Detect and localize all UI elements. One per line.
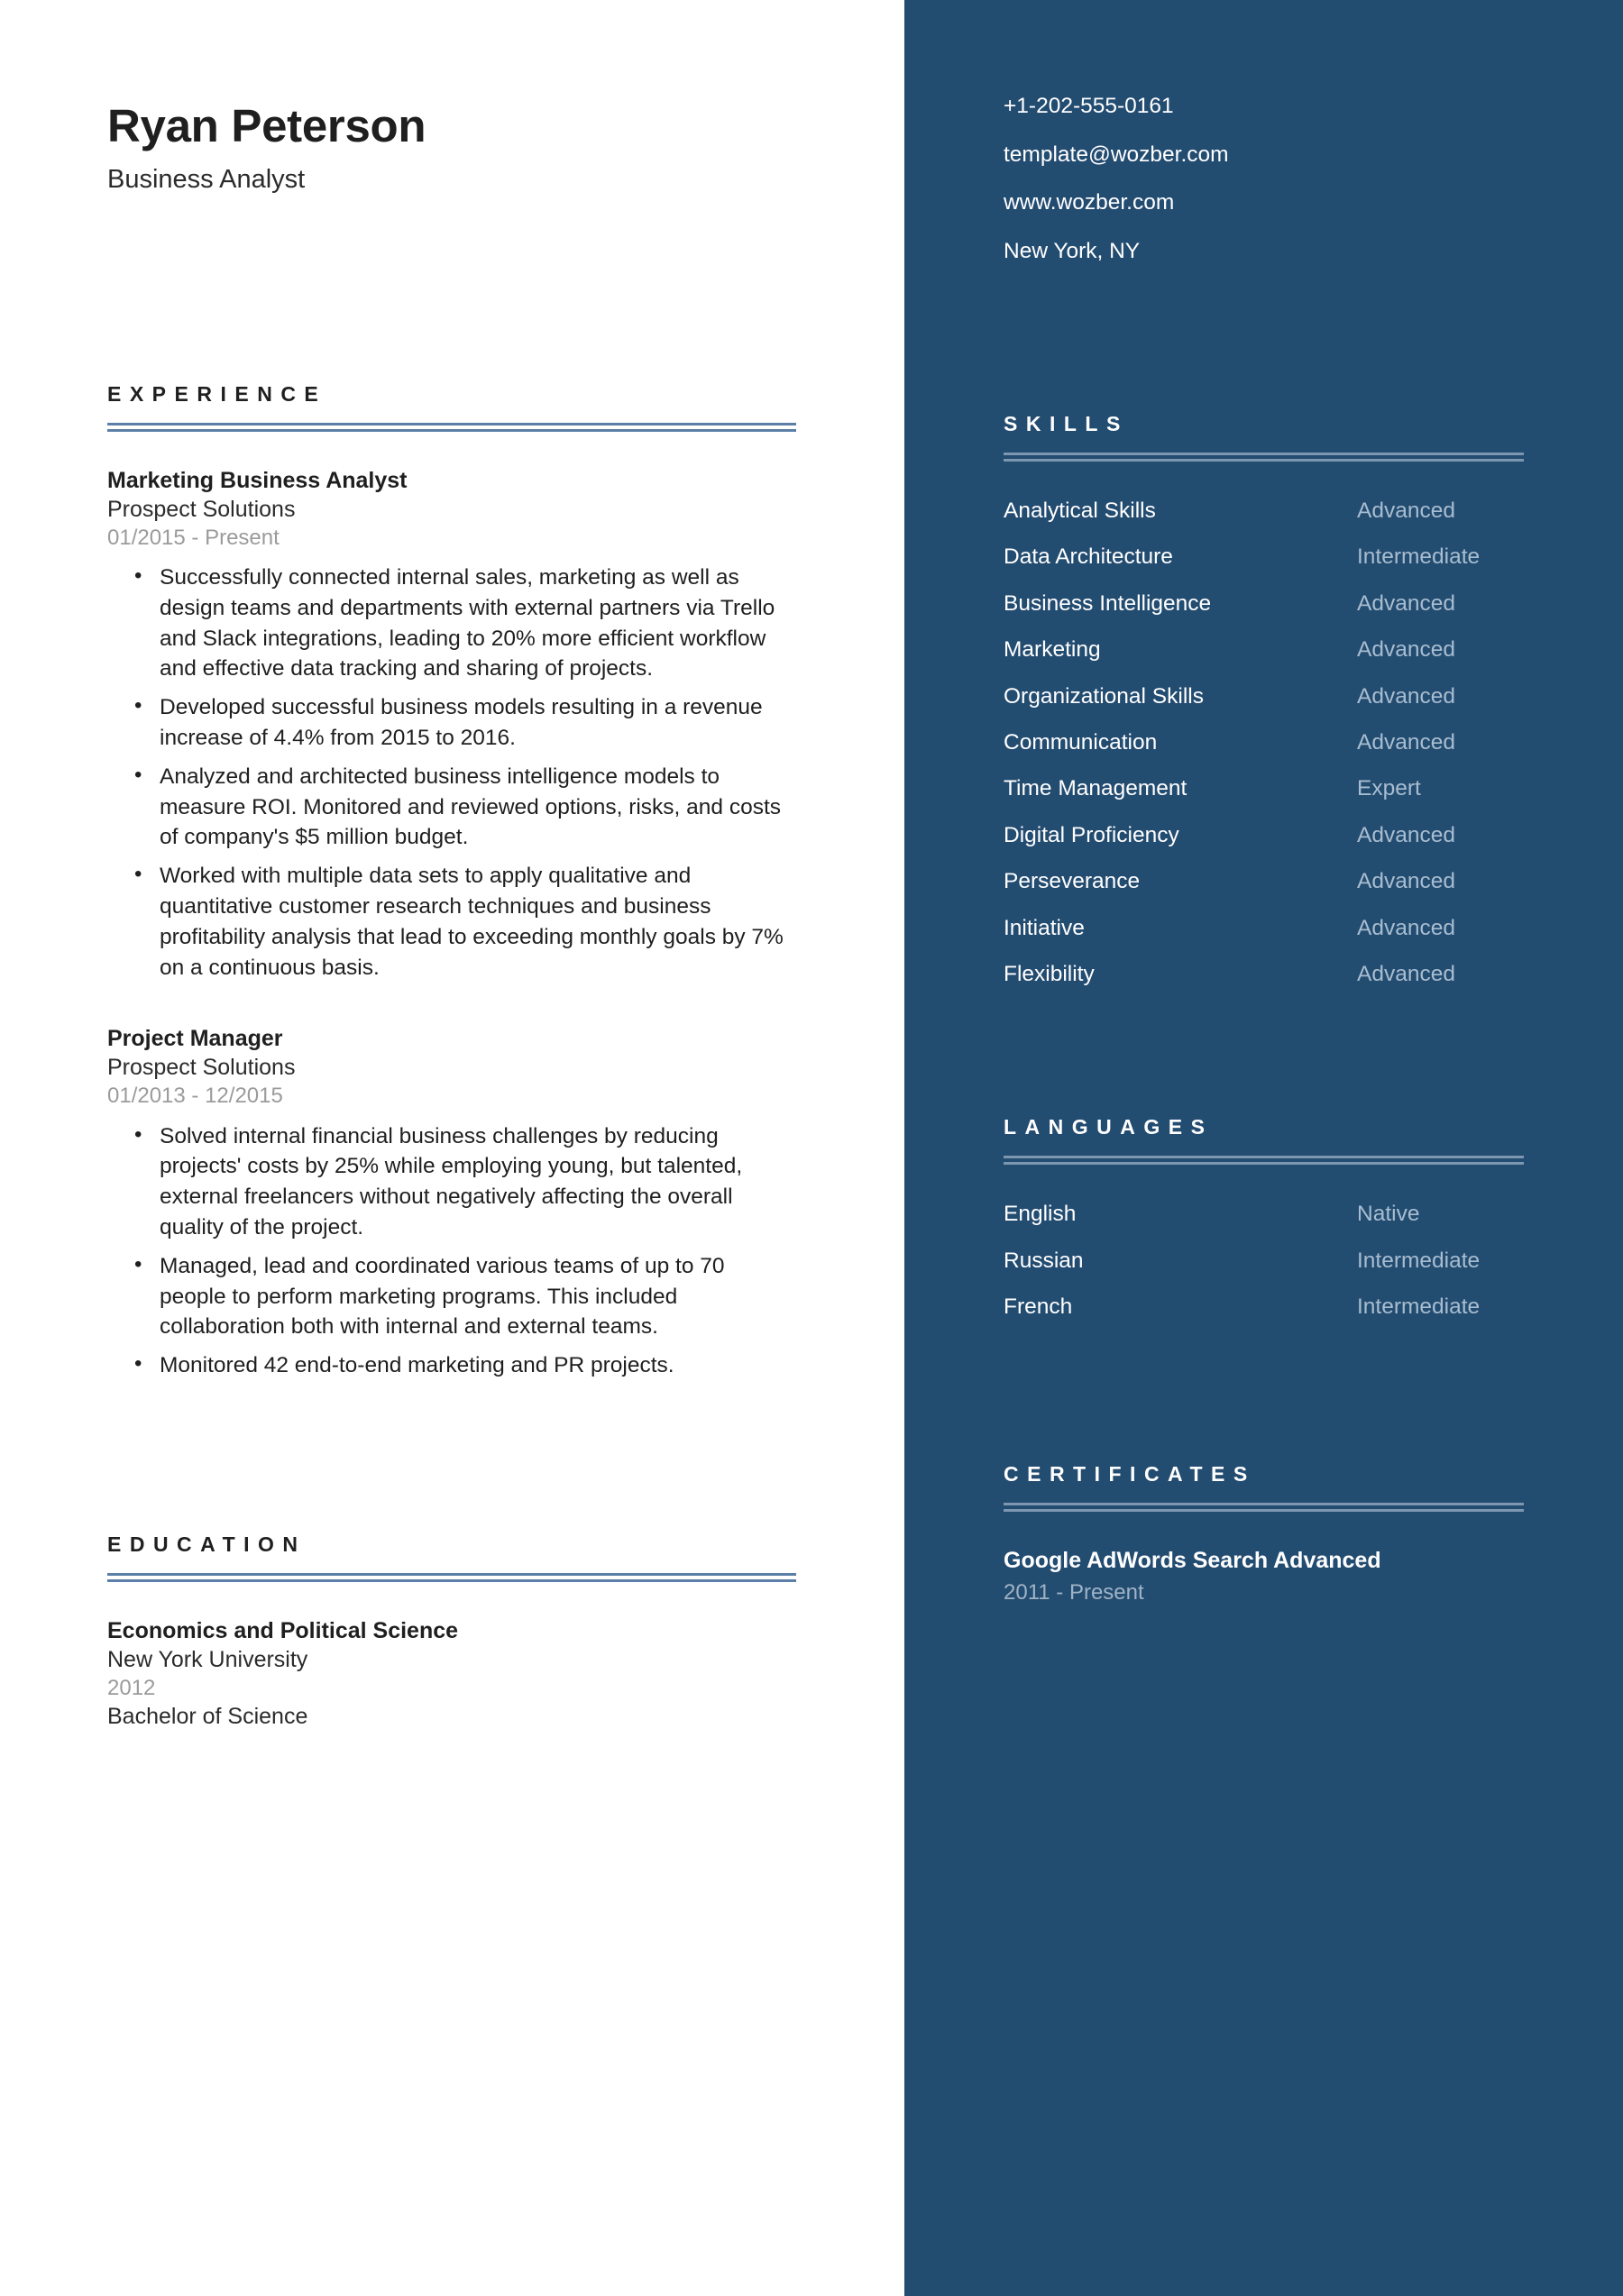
language-row: English Native — [1004, 1201, 1524, 1227]
language-row: French Intermediate — [1004, 1294, 1524, 1320]
education-entry-school: New York University — [107, 1647, 308, 1672]
skill-name: Initiative — [1004, 915, 1085, 940]
skill-level: Advanced — [1357, 637, 1455, 663]
experience-entry: Marketing Business Analyst Prospect Solu… — [107, 466, 796, 983]
experience-entry-bullets: Solved internal financial business chall… — [107, 1120, 796, 1381]
contact-location: New York, NY — [1004, 238, 1141, 263]
experience-section: EXPERIENCE Marketing Business Analyst Pr… — [107, 381, 796, 1381]
education-section-heading: EDUCATION — [107, 1532, 307, 1556]
skill-level: Advanced — [1357, 915, 1455, 940]
list-item: Solved internal financial business chall… — [134, 1120, 796, 1243]
skill-level: Advanced — [1357, 590, 1455, 616]
experience-entry: Project Manager Prospect Solutions 01/20… — [107, 1024, 796, 1381]
language-level: Native — [1357, 1202, 1420, 1227]
education-section: EDUCATION Economics and Political Scienc… — [107, 1534, 796, 1732]
name-block: Ryan Peterson Business Analyst — [107, 0, 796, 196]
section-divider — [107, 422, 796, 432]
certificates-section: CERTIFICATES Google AdWords Search Advan… — [1004, 1464, 1524, 1606]
skill-name: Communication — [1004, 729, 1158, 755]
experience-entry-organization: Prospect Solutions — [107, 496, 296, 522]
skill-level: Advanced — [1357, 869, 1455, 894]
skill-level: Advanced — [1357, 683, 1455, 709]
resume-page: Ryan Peterson Business Analyst EXPERIENC… — [0, 0, 1623, 2296]
skill-row: Analytical Skills Advanced — [1004, 498, 1524, 524]
experience-entry-organization: Prospect Solutions — [107, 1055, 296, 1081]
skill-level: Advanced — [1357, 961, 1455, 986]
contact-block: +1-202-555-0161 template@wozber.com www.… — [1004, 0, 1524, 262]
skill-level: Advanced — [1357, 499, 1455, 523]
language-name: Russian — [1004, 1248, 1084, 1273]
language-name: English — [1004, 1202, 1077, 1227]
sidebar-column: +1-202-555-0161 template@wozber.com www.… — [904, 0, 1623, 2296]
section-divider — [1004, 1156, 1524, 1166]
skill-row: Flexibility Advanced — [1004, 961, 1524, 987]
skill-row: Marketing Advanced — [1004, 636, 1524, 663]
language-row: Russian Intermediate — [1004, 1248, 1524, 1274]
skill-name: Digital Proficiency — [1004, 822, 1179, 847]
experience-entry-bullets: Successfully connected internal sales, m… — [107, 561, 796, 983]
experience-entry-date: 01/2015 - Present — [107, 525, 280, 550]
skill-level: Intermediate — [1357, 544, 1481, 570]
section-divider — [1004, 1503, 1524, 1513]
experience-entry-title: Project Manager — [107, 1026, 283, 1052]
education-entry-year: 2012 — [107, 1676, 156, 1700]
certificates-list: Google AdWords Search Advanced 2011 - Pr… — [1004, 1546, 1524, 1606]
skill-name: Marketing — [1004, 637, 1101, 663]
skill-name: Flexibility — [1004, 961, 1095, 986]
list-item: Developed successful business models res… — [134, 691, 796, 754]
list-item: Successfully connected internal sales, m… — [134, 561, 796, 684]
contact-phone[interactable]: +1-202-555-0161 — [1004, 95, 1524, 118]
skill-name: Time Management — [1004, 776, 1187, 801]
main-column: Ryan Peterson Business Analyst EXPERIENC… — [0, 0, 904, 2296]
job-title-subtitle: Business Analyst — [107, 165, 306, 195]
language-name: French — [1004, 1294, 1073, 1320]
skill-level: Advanced — [1357, 822, 1455, 847]
list-item: Analyzed and architected business intell… — [134, 760, 796, 853]
language-level: Intermediate — [1357, 1248, 1481, 1273]
certificate-name: Google AdWords Search Advanced — [1004, 1548, 1381, 1574]
list-item: Managed, lead and coordinated various te… — [134, 1249, 796, 1342]
skill-row: Initiative Advanced — [1004, 915, 1524, 941]
skill-name: Organizational Skills — [1004, 683, 1204, 709]
education-entry-degree: Bachelor of Science — [107, 1704, 308, 1730]
skill-row: Digital Proficiency Advanced — [1004, 822, 1524, 848]
skill-row: Organizational Skills Advanced — [1004, 683, 1524, 709]
experience-entry-date: 01/2013 - 12/2015 — [107, 1084, 283, 1109]
skill-row: Communication Advanced — [1004, 729, 1524, 755]
skill-name: Data Architecture — [1004, 544, 1173, 570]
section-divider — [1004, 453, 1524, 462]
skills-section: SKILLS Analytical Skills Advanced Data A… — [1004, 414, 1524, 987]
contact-website[interactable]: www.wozber.com — [1004, 191, 1524, 215]
list-item: Worked with multiple data sets to apply … — [134, 859, 796, 983]
language-level: Intermediate — [1357, 1294, 1481, 1320]
skills-list: Analytical Skills Advanced Data Architec… — [1004, 498, 1524, 987]
skills-section-heading: SKILLS — [1004, 412, 1129, 435]
list-item: Monitored 42 end-to-end marketing and PR… — [134, 1349, 796, 1381]
skill-name: Perseverance — [1004, 869, 1141, 894]
skill-level: Advanced — [1357, 729, 1455, 755]
page-title: Ryan Peterson — [107, 100, 426, 151]
certificate-entry: Google AdWords Search Advanced 2011 - Pr… — [1004, 1546, 1524, 1606]
certificate-date: 2011 - Present — [1004, 1579, 1144, 1605]
skill-name: Business Intelligence — [1004, 590, 1212, 616]
skill-name: Analytical Skills — [1004, 499, 1156, 523]
section-divider — [107, 1573, 796, 1582]
skill-row: Business Intelligence Advanced — [1004, 590, 1524, 617]
certificates-section-heading: CERTIFICATES — [1004, 1462, 1256, 1486]
experience-entry-title: Marketing Business Analyst — [107, 467, 408, 493]
education-entry: Economics and Political Science New York… — [107, 1616, 796, 1732]
education-entry-field: Economics and Political Science — [107, 1618, 459, 1643]
languages-section: LANGUAGES English Native Russian Interme… — [1004, 1117, 1524, 1320]
languages-list: English Native Russian Intermediate Fren… — [1004, 1201, 1524, 1320]
skill-row: Perseverance Advanced — [1004, 868, 1524, 894]
skill-level: Expert — [1357, 776, 1421, 801]
skill-row: Data Architecture Intermediate — [1004, 544, 1524, 570]
experience-section-heading: EXPERIENCE — [107, 381, 327, 406]
contact-email[interactable]: template@wozber.com — [1004, 143, 1524, 167]
languages-section-heading: LANGUAGES — [1004, 1115, 1214, 1139]
skill-row: Time Management Expert — [1004, 775, 1524, 801]
